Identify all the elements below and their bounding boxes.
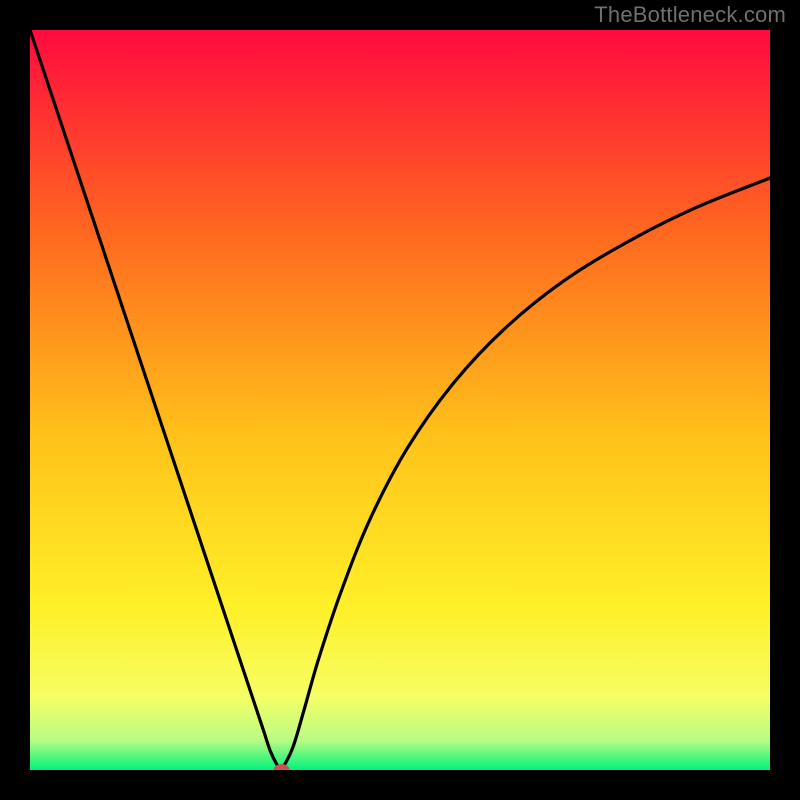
- bottleneck-chart: [30, 30, 770, 770]
- watermark-text: TheBottleneck.com: [594, 2, 786, 28]
- plot-background: [30, 30, 770, 770]
- chart-container: { "watermark": "TheBottleneck.com", "col…: [0, 0, 800, 800]
